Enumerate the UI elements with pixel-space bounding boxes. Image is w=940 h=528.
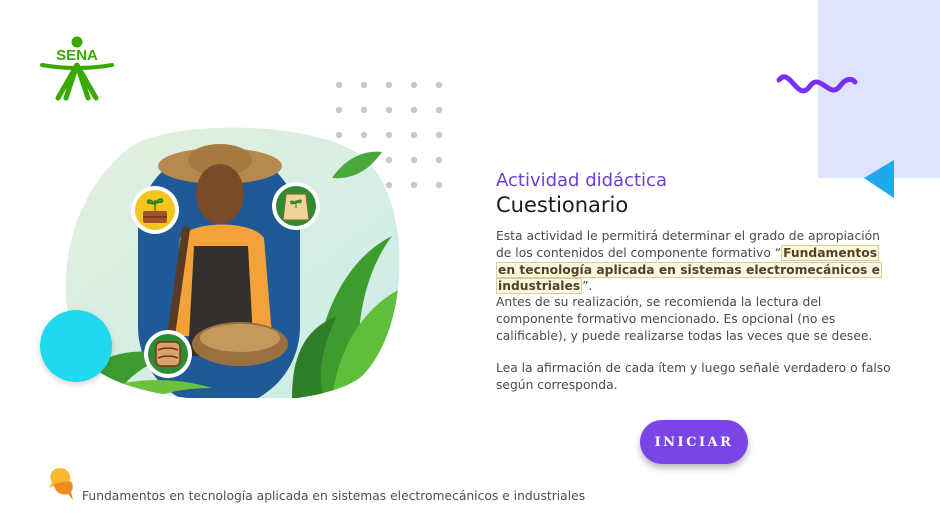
grid-dot [435,131,443,139]
triangle-decoration-icon [864,160,894,198]
cyan-circle-decoration [40,310,112,382]
activity-title: Cuestionario [496,193,629,217]
grid-dot [410,131,418,139]
seed-bag-icon [272,182,320,230]
grid-dot [360,106,368,114]
sena-logo-icon: SENA [40,36,114,101]
sena-logo: SENA [40,36,114,102]
intro-suffix: ”. [582,279,593,294]
grid-dot [435,106,443,114]
instruction-paragraph: Lea la afirmación de cada ítem y luego s… [496,361,891,392]
soil-icon [144,330,192,378]
grid-dot [435,181,443,189]
grid-dot [335,106,343,114]
wave-decoration-icon [776,74,858,94]
start-button[interactable]: INICIAR [640,420,748,464]
grid-dot [435,156,443,164]
seedling-box-icon [131,186,179,234]
svg-text:SENA: SENA [56,47,98,64]
grid-dot [410,181,418,189]
intro-paragraph: Esta actividad le permitirá determinar e… [496,228,896,295]
activity-eyebrow: Actividad didáctica [496,170,667,191]
hero-illustration [65,127,400,398]
grid-dot [435,81,443,89]
grid-dot [385,106,393,114]
grid-dot [410,156,418,164]
grid-dot [335,81,343,89]
grid-dot [385,81,393,89]
grid-dot [410,81,418,89]
footer-pin-icon [49,468,73,500]
footer-title: Fundamentos en tecnología aplicada en si… [82,489,586,503]
recommendation-paragraph: Antes de su realización, se recomienda l… [496,295,873,343]
grid-dot [410,106,418,114]
grid-dot [360,81,368,89]
